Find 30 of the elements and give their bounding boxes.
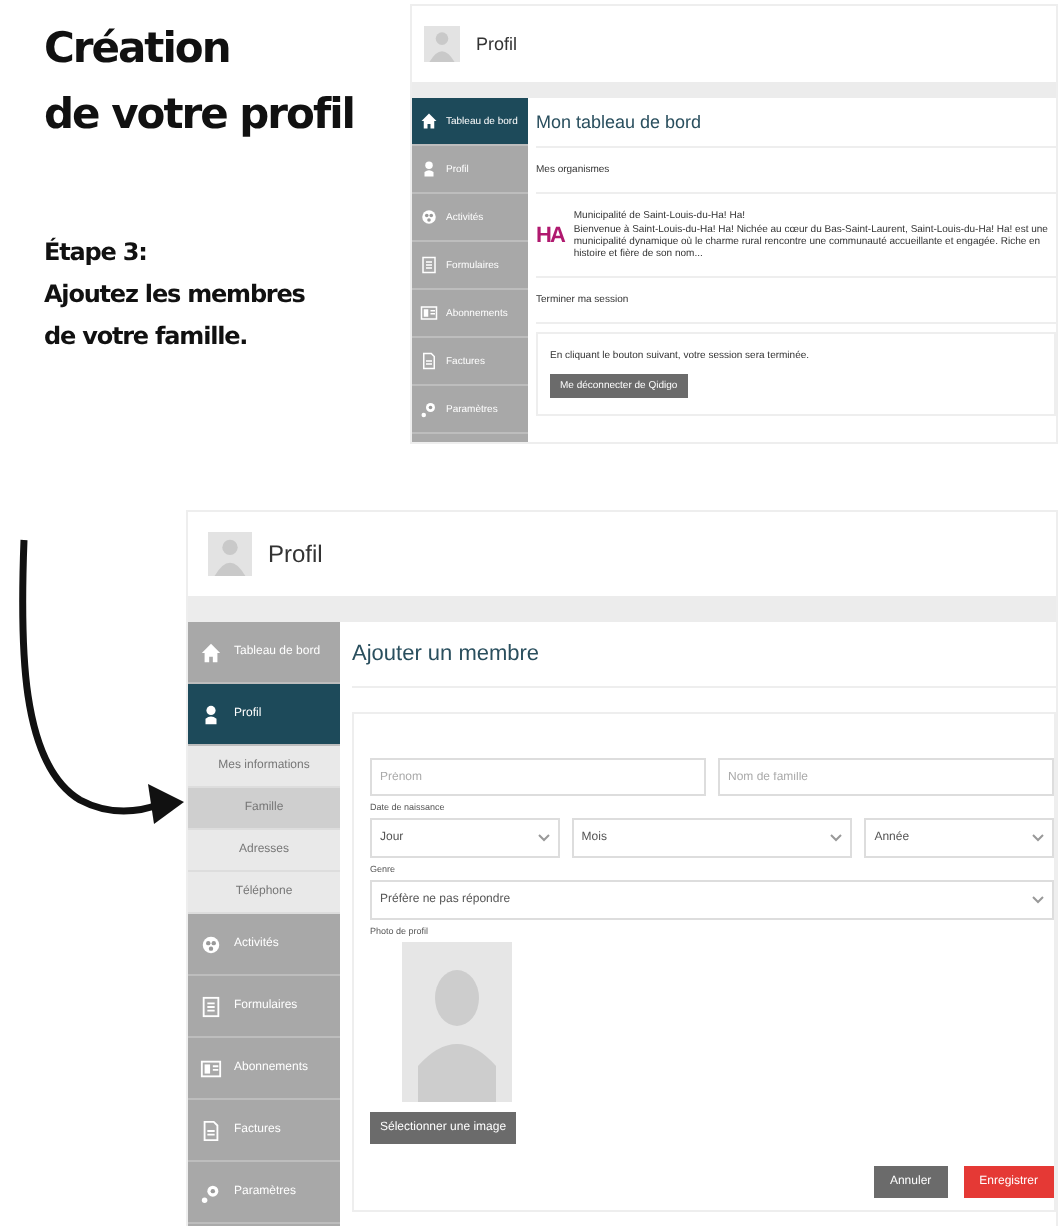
ball-icon — [200, 933, 222, 955]
chevron-icon — [537, 834, 550, 842]
gear-icon — [200, 1181, 222, 1203]
organisation-logo: HA — [536, 223, 564, 247]
gear-icon — [420, 400, 438, 418]
person-icon — [200, 703, 222, 725]
avatar-placeholder — [424, 26, 460, 62]
card-icon — [200, 1057, 222, 1079]
card-icon — [420, 304, 438, 322]
house-icon — [420, 112, 438, 130]
form-icon — [420, 256, 438, 274]
document-icon — [200, 1119, 222, 1141]
document-icon — [420, 352, 438, 370]
page-heading: Création — [44, 22, 232, 76]
step-label: Étape 3: — [44, 235, 147, 270]
chevron-icon — [1032, 896, 1044, 904]
chevron-icon — [1032, 834, 1044, 842]
page-title: Ajouter un membre — [352, 622, 1056, 688]
step-instruction: de votre famille. — [44, 320, 248, 354]
person-icon — [420, 160, 438, 178]
page-title: Mon tableau de bord — [536, 98, 1056, 148]
page-heading: de votre profil — [44, 88, 356, 142]
form-icon — [200, 995, 222, 1017]
step-instruction: Ajoutez les membres — [44, 278, 305, 312]
house-icon — [200, 641, 222, 663]
ball-icon — [420, 208, 438, 226]
header-title: Profil — [268, 540, 323, 568]
chevron-icon — [830, 834, 843, 842]
header-title: Profil — [476, 34, 518, 54]
avatar-placeholder — [208, 532, 252, 576]
